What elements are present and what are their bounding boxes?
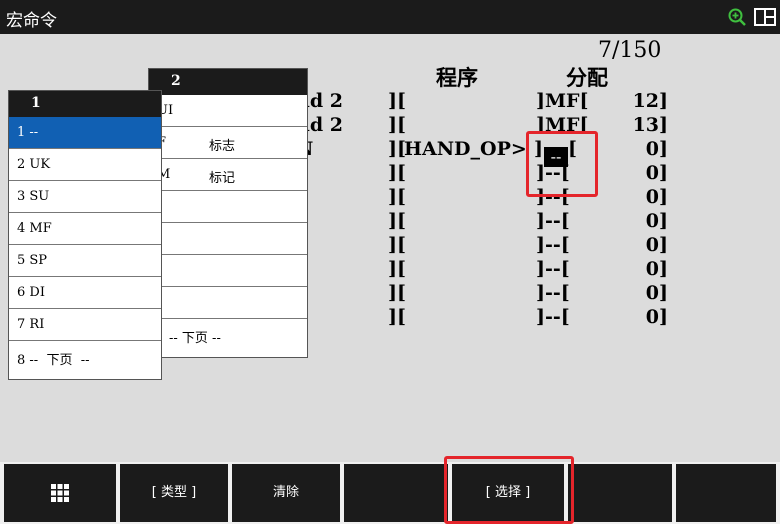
row-assign-number[interactable]: 0] [606,186,668,208]
item-label: 7 RI [17,317,45,332]
column-header-assign: 分配 [566,65,608,90]
row-assign-number[interactable]: 0] [606,138,668,160]
popup-2-item[interactable] [149,287,307,319]
popup-2-item[interactable]: UI [149,95,307,127]
row-bracket: ][ [388,282,406,304]
type-button[interactable]: [ 类型 ] [120,464,228,522]
row-assign-number[interactable]: 0] [606,282,668,304]
highlight-box-cursor [526,131,598,197]
popup-1-item[interactable]: 3 SU [9,181,161,213]
row-assign-number[interactable]: 0] [606,210,668,232]
page-indicator: 7/150 [598,38,662,63]
item-desc: 标记 [209,171,236,186]
zoom-in-icon[interactable] [728,8,746,26]
row-bracket: ][ [388,258,406,280]
row-assign-type[interactable]: ]--[ [536,306,570,328]
popup-2-item[interactable] [149,223,307,255]
row-bracket: ][ [388,90,406,112]
f4-button[interactable] [344,464,448,522]
item-desc: 标志 [209,139,236,154]
row-assign-number[interactable]: 0] [606,258,668,280]
row-bracket: ][ [388,306,406,328]
row-assign-type[interactable]: ]MF[ [536,90,589,112]
f7-button[interactable] [676,464,776,522]
row-assign-type[interactable]: ]--[ [536,210,570,232]
popup-1-item[interactable]: 2 UK [9,149,161,181]
clear-button[interactable]: 清除 [232,464,340,522]
row-assign-number[interactable]: 0] [606,234,668,256]
function-key-bar: [ 类型 ] 清除 [ 选择 ] [0,456,780,524]
row-bracket: ][ [388,114,406,136]
popup-2-item[interactable] [149,255,307,287]
item-label: 5 SP [17,253,48,268]
popup-menu-2[interactable]: 2 UI F 标志 M 标记 -- 下页 -- [148,68,308,358]
popup-2-item[interactable]: F 标志 [149,127,307,159]
grid-menu-icon [51,483,69,502]
popup-1-item[interactable]: 6 DI [9,277,161,309]
row-bracket: ][ [388,234,406,256]
item-label: 2 UK [17,157,51,172]
window-title: 宏命令 [6,11,57,31]
item-label: 1 -- [17,125,39,140]
highlight-box-select [444,456,574,524]
popup-menu-1-header: 1 [9,91,161,117]
row-assign-number[interactable]: 12] [606,90,668,112]
item-label: 3 SU [17,189,50,204]
row-assign-type[interactable]: ]--[ [536,234,570,256]
popup-1-next-page[interactable]: 8 -- 下页 -- [9,341,161,373]
popup-menu-1[interactable]: 1 1 -- 2 UK 3 SU 4 MF 5 SP 6 DI 7 RI 8 -… [8,90,162,380]
item-key: -- 下页 -- [169,331,221,346]
row-assign-number[interactable]: 0] [606,306,668,328]
split-screen-icon[interactable] [754,8,776,26]
item-label: 6 DI [17,285,45,300]
item-label: 4 MF [17,221,52,236]
popup-2-item[interactable] [149,191,307,223]
title-bar: 宏命令 [0,0,780,34]
row-bracket: ][ [388,210,406,232]
row-program[interactable]: HAND_OP> [404,138,527,160]
popup-1-item[interactable]: 7 RI [9,309,161,341]
row-assign-number[interactable]: 13] [606,114,668,136]
item-label: 8 -- 下页 -- [17,353,90,368]
popup-1-item-selected[interactable]: 1 -- [9,117,161,149]
popup-2-next-page[interactable]: -- 下页 -- [149,319,307,351]
popup-menu-2-header: 2 [149,69,307,95]
f6-button[interactable] [568,464,672,522]
row-assign-type[interactable]: ]--[ [536,258,570,280]
row-bracket: ][ [388,186,406,208]
popup-2-item[interactable]: M 标记 [149,159,307,191]
popup-1-item[interactable]: 5 SP [9,245,161,277]
row-bracket: ][ [388,162,406,184]
row-assign-number[interactable]: 0] [606,162,668,184]
row-assign-type[interactable]: ]--[ [536,282,570,304]
menu-button[interactable] [4,464,116,522]
macro-command-screen: 7/150 程序 分配 nd 2 ][ ]MF[ 12] nd 2 ][ ]MF… [8,34,780,462]
column-header-program: 程序 [436,65,478,90]
popup-1-item[interactable]: 4 MF [9,213,161,245]
